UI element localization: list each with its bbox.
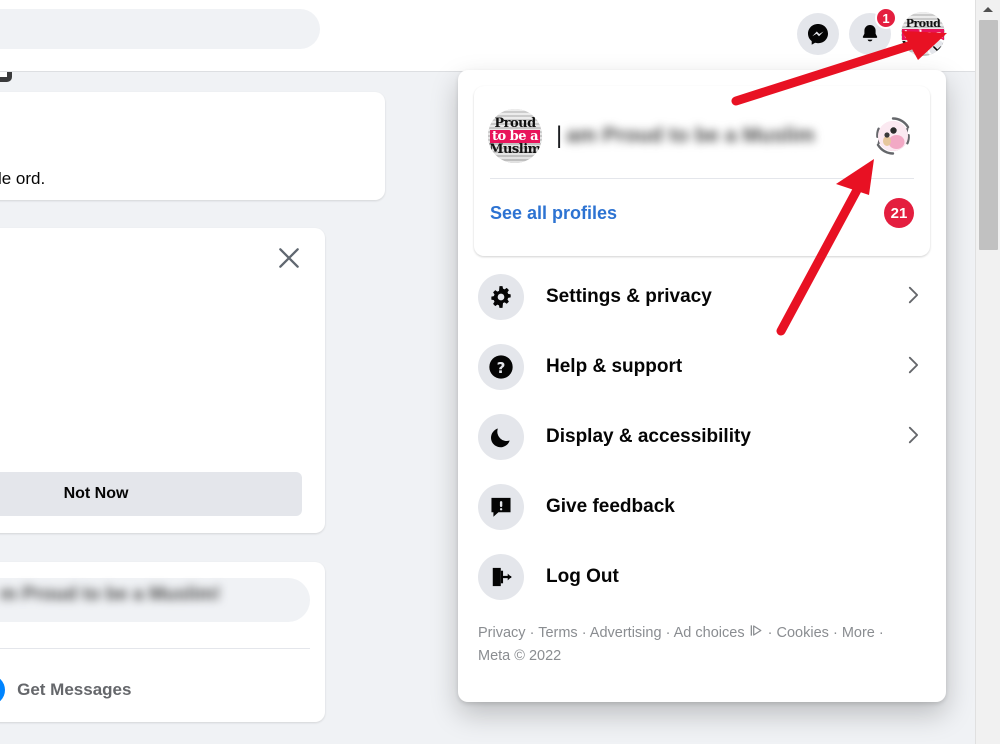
get-messages-label: Get Messages	[17, 680, 132, 699]
current-profile-row[interactable]: Proud to be a Muslim | am Proud to be a …	[488, 94, 916, 178]
footer-separator: ·	[878, 625, 884, 641]
footer-link-cookies[interactable]: Cookies	[777, 625, 829, 641]
messenger-icon	[0, 675, 6, 705]
menu-item-label: Display & accessibility	[546, 426, 751, 447]
footer-link-advertising[interactable]: Advertising	[590, 625, 662, 641]
notifications-button[interactable]: 1	[849, 7, 897, 55]
close-icon[interactable]	[273, 242, 305, 274]
profile-name: am Proud to be a Muslim	[566, 124, 815, 147]
menu-item-give-feedback[interactable]: Give feedback	[474, 472, 930, 542]
dropdown-footer-links: Privacy · Terms · Advertising · Ad choic…	[474, 622, 922, 668]
footer-link-ad-choices[interactable]: Ad choices	[674, 625, 745, 641]
footer-separator: ·	[767, 625, 773, 641]
footer-link-more[interactable]: More	[842, 625, 875, 641]
see-all-profiles-row[interactable]: See all profiles 21	[488, 179, 916, 247]
switch-profile-icon[interactable]	[870, 113, 916, 159]
see-all-profiles-link[interactable]: See all profiles	[490, 203, 617, 224]
footer-link-terms[interactable]: Terms	[538, 625, 577, 641]
notification-count-badge: 1	[875, 7, 897, 29]
footer-copyright: Meta © 2022	[478, 648, 562, 664]
blurred-status-text: m Proud to be a Muslim!	[0, 584, 221, 605]
footer-separator: ·	[665, 625, 671, 641]
svg-text:?: ?	[497, 359, 506, 377]
avatar-line-1: Proud	[494, 115, 536, 131]
avatar-line-2: to be a	[489, 128, 540, 144]
facebook-top-header: 1 Proud to be a Muslim	[0, 0, 975, 72]
avatar: Proud to be a Muslim	[488, 109, 542, 163]
feedback-icon	[478, 484, 524, 530]
profile-name-prefix: |	[556, 122, 563, 149]
get-messages-action[interactable]: Get Messages	[0, 675, 131, 705]
scroll-up-arrow-icon[interactable]	[976, 0, 1000, 18]
card-action-row: /video Get Messages	[0, 668, 310, 712]
account-avatar-button[interactable]: Proud to be a Muslim	[901, 12, 945, 56]
moon-icon	[478, 414, 524, 460]
adchoices-icon	[749, 623, 764, 646]
footer-separator: ·	[529, 625, 535, 641]
chevron-right-icon	[902, 354, 924, 381]
menu-item-display-accessibility[interactable]: Display & accessibility	[474, 402, 930, 472]
switch-profile-avatar	[878, 121, 908, 151]
question-mark-icon: ?	[478, 344, 524, 390]
menu-item-label: Log Out	[546, 566, 619, 587]
dropdown-menu-list: Settings & privacy ? Help & support Disp…	[474, 262, 930, 612]
chevron-right-icon	[902, 424, 924, 451]
account-dropdown-menu: Proud to be a Muslim | am Proud to be a …	[458, 70, 946, 702]
menu-item-log-out[interactable]: Log Out	[474, 542, 930, 612]
screenshot-root: ser, just click your profile ord. Not No…	[0, 0, 1000, 744]
profiles-count-badge: 21	[884, 198, 914, 228]
messenger-button[interactable]	[797, 13, 839, 55]
avatar-line-1: Proud	[905, 16, 941, 30]
gear-icon	[478, 274, 524, 320]
footer-separator: ·	[832, 625, 838, 641]
not-now-button[interactable]: Not Now	[0, 472, 302, 516]
chevron-right-icon	[902, 284, 924, 311]
footer-link-privacy[interactable]: Privacy	[478, 625, 526, 641]
menu-item-settings-privacy[interactable]: Settings & privacy	[474, 262, 930, 332]
logout-icon	[478, 554, 524, 600]
menu-item-help-support[interactable]: ? Help & support	[474, 332, 930, 402]
chevron-down-icon	[927, 38, 945, 56]
vertical-scrollbar[interactable]	[975, 0, 1000, 744]
avatar-line-3: Muslim	[489, 141, 541, 157]
dialog-body-text: ser, just click your profile ord.	[0, 169, 46, 188]
browser-viewport: ser, just click your profile ord. Not No…	[0, 0, 975, 744]
profile-name-wrap: | am Proud to be a Muslim	[556, 124, 856, 148]
menu-item-label: Help & support	[546, 356, 683, 377]
scrollbar-thumb[interactable]	[979, 20, 998, 250]
header-actions: 1 Proud to be a Muslim	[797, 7, 945, 56]
menu-item-label: Settings & privacy	[546, 286, 712, 307]
messenger-icon	[806, 22, 830, 46]
profile-card: Proud to be a Muslim | am Proud to be a …	[474, 86, 930, 256]
card-divider	[0, 648, 310, 649]
menu-item-label: Give feedback	[546, 496, 675, 517]
search-input[interactable]	[0, 9, 320, 49]
footer-separator: ·	[581, 625, 587, 641]
